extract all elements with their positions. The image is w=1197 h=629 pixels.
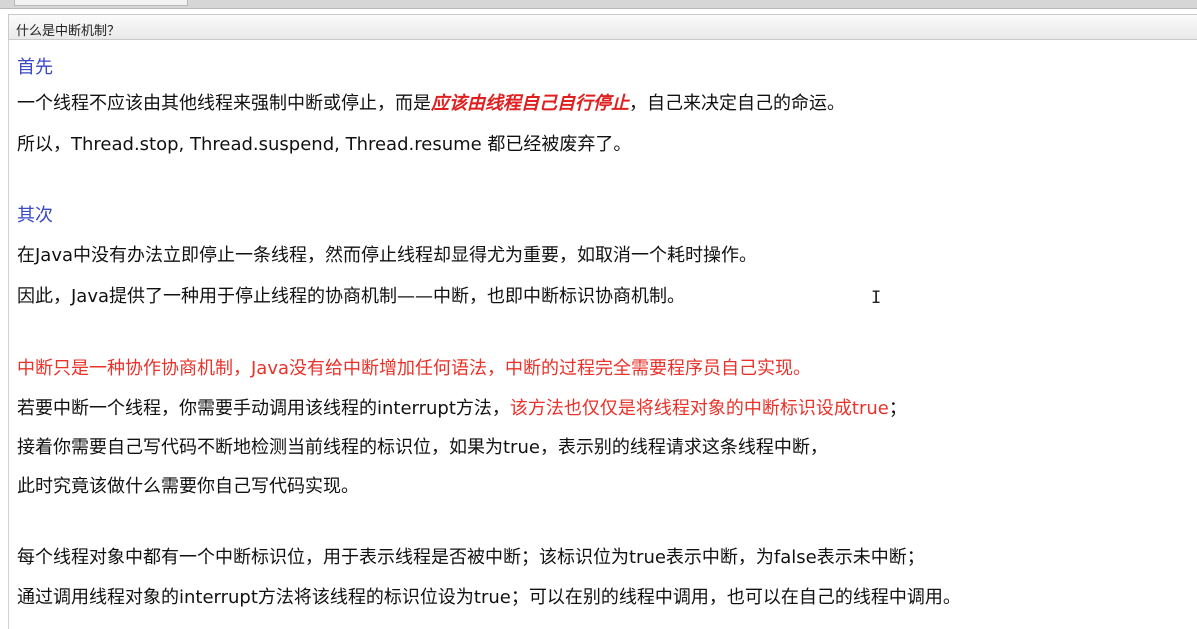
section-title-bar: 什么是中断机制？ (8, 14, 1197, 40)
text-run: 一个线程不应该由其他线程来强制中断或停止，而是 (17, 93, 431, 114)
text-cursor-icon: I (871, 288, 882, 308)
paragraph-line: 在Java中没有办法立即停止一条线程，然而停止线程却显得尤为重要，如取消一个耗时… (17, 245, 758, 266)
document-content: 首先 一个线程不应该由其他线程来强制中断或停止，而是应该由线程自己自行停止，自己… (8, 40, 1197, 629)
tab-strip (0, 0, 1197, 9)
document-window: 什么是中断机制？ 首先 一个线程不应该由其他线程来强制中断或停止，而是应该由线程… (0, 0, 1197, 629)
text-run: ； (888, 398, 907, 419)
heading-first: 首先 (17, 57, 53, 78)
paragraph-line: 所以，Thread.stop, Thread.suspend, Thread.r… (17, 134, 632, 155)
emphasis-text: 应该由线程自己自行停止 (431, 93, 629, 114)
paragraph-line: 通过调用线程对象的interrupt方法将该线程的标识位设为true；可以在别的… (17, 587, 961, 608)
paragraph-line: 一个线程不应该由其他线程来强制中断或停止，而是应该由线程自己自行停止，自己来决定… (17, 92, 845, 116)
paragraph-line: 此时究竟该做什么需要你自己写代码实现。 (17, 476, 359, 497)
paragraph-line: 每个线程对象中都有一个中断标识位，用于表示线程是否被中断；该标识位为true表示… (17, 547, 925, 568)
paragraph-line: 接着你需要自己写代码不断地检测当前线程的标识位，如果为true，表示别的线程请求… (17, 437, 828, 458)
text-run: ，自己来决定自己的命运。 (629, 93, 845, 114)
highlight-line: 中断只是一种协作协商机制，Java没有给中断增加任何语法，中断的过程完全需要程序… (17, 358, 812, 379)
page-title: 什么是中断机制？ (16, 24, 121, 39)
heading-second: 其次 (17, 205, 53, 226)
text-run: 若要中断一个线程，你需要手动调用该线程的interrupt方法， (17, 398, 510, 419)
tab-stub[interactable] (14, 0, 188, 6)
paragraph-line: 因此，Java提供了一种用于停止线程的协商机制——中断，也即中断标识协商机制。 (17, 286, 686, 307)
paragraph-line: 若要中断一个线程，你需要手动调用该线程的interrupt方法，该方法也仅仅是将… (17, 397, 907, 421)
highlight-text: 该方法也仅仅是将线程对象的中断标识设成true (509, 398, 889, 419)
